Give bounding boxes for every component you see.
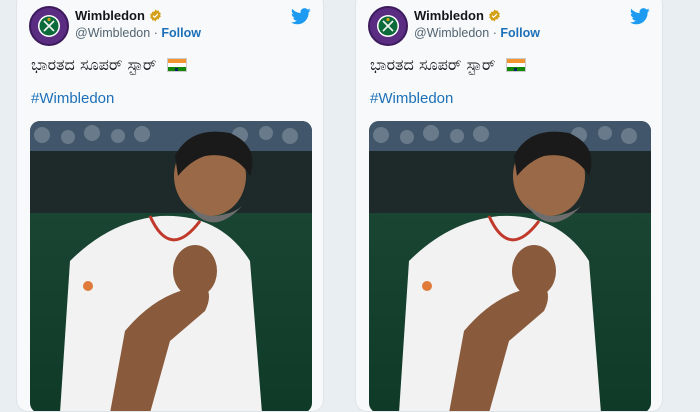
player-celebrating-photo	[30, 121, 312, 411]
twitter-bird-icon[interactable]	[630, 8, 650, 25]
account-handle[interactable]: @Wimbledon	[414, 26, 489, 40]
follow-button[interactable]: Follow	[161, 26, 201, 40]
tweet-card[interactable]: Wimbledon @Wimbledon · Follow ಭಾರತದ ಸೂಪರ…	[16, 0, 324, 412]
wimbledon-logo-icon	[32, 9, 66, 43]
account-handle[interactable]: @Wimbledon	[75, 26, 150, 40]
separator-dot: ·	[153, 26, 158, 40]
follow-button[interactable]: Follow	[500, 26, 540, 40]
tweet-text: ಭಾರತದ ಸೂಪರ್ ಸ್ಟಾರ್	[370, 55, 496, 74]
hashtag-link[interactable]: #Wimbledon	[31, 90, 114, 107]
hashtag-link[interactable]: #Wimbledon	[370, 90, 453, 107]
twitter-bird-icon[interactable]	[291, 8, 311, 25]
wimbledon-avatar[interactable]	[29, 6, 69, 46]
wimbledon-avatar[interactable]	[368, 6, 408, 46]
india-flag-icon	[505, 58, 526, 72]
tweet-photo[interactable]	[369, 121, 651, 411]
tweet-text: ಭಾರತದ ಸೂಪರ್ ಸ್ಟಾರ್	[31, 55, 157, 74]
verified-badge-icon	[489, 9, 500, 22]
tweet-card[interactable]: Wimbledon @Wimbledon · Follow ಭಾರತದ ಸೂಪರ…	[355, 0, 663, 412]
player-celebrating-photo	[369, 121, 651, 411]
india-flag-icon	[166, 58, 187, 72]
wimbledon-logo-icon	[371, 9, 405, 43]
account-name[interactable]: Wimbledon	[414, 8, 484, 23]
verified-badge-icon	[150, 9, 161, 22]
account-name[interactable]: Wimbledon	[75, 8, 145, 23]
tweet-photo[interactable]	[30, 121, 312, 411]
separator-dot: ·	[492, 26, 497, 40]
